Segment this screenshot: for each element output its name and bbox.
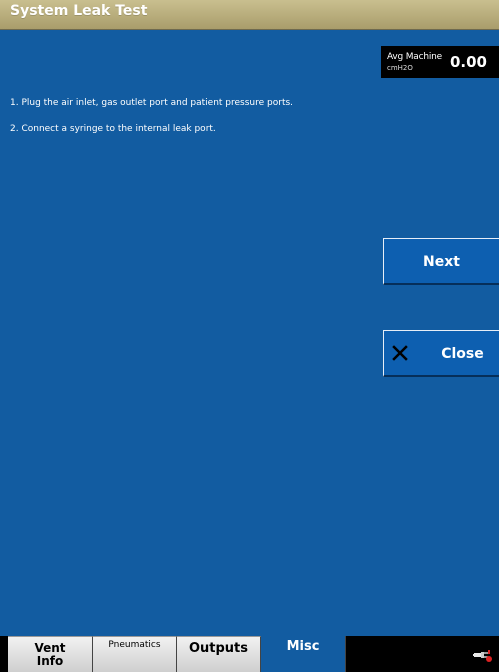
- tab-vent-info-line1: Vent: [34, 641, 66, 655]
- tab-outputs-label: Outputs: [188, 641, 249, 656]
- title-bar: System Leak Test: [0, 0, 499, 30]
- tab-vent-info-line2: Info: [36, 654, 64, 668]
- next-button[interactable]: Next: [383, 238, 499, 285]
- tab-pneumatics-label: Pneumatics: [108, 640, 161, 650]
- tab-vent-info[interactable]: Vent Info: [8, 636, 93, 672]
- tab-misc-label: Misc: [286, 639, 320, 654]
- tab-outputs[interactable]: Outputs: [177, 636, 261, 672]
- close-button-label: Close: [441, 346, 484, 362]
- tab-bar: Vent Info Pneumatics Outputs Misc: [0, 636, 499, 672]
- page-title: System Leak Test: [10, 3, 148, 19]
- tab-pneumatics[interactable]: Pneumatics: [93, 636, 177, 672]
- close-button[interactable]: Close: [383, 330, 499, 377]
- instruction-step-1: 1. Plug the air inlet, gas outlet port a…: [10, 98, 294, 108]
- readout-value: 0.00: [449, 53, 487, 71]
- tab-misc[interactable]: Misc: [261, 636, 346, 672]
- readout-unit: cmH2O: [387, 64, 413, 72]
- power-plug-icon: [473, 650, 492, 662]
- instruction-step-2: 2. Connect a syringe to the internal lea…: [10, 124, 216, 134]
- next-button-label: Next: [423, 254, 460, 270]
- close-x-icon: [392, 345, 408, 361]
- avg-machine-readout: Avg Machine cmH2O 0.00: [381, 46, 499, 78]
- instructions: 1. Plug the air inlet, gas outlet port a…: [10, 98, 355, 150]
- readout-label: Avg Machine: [387, 52, 443, 62]
